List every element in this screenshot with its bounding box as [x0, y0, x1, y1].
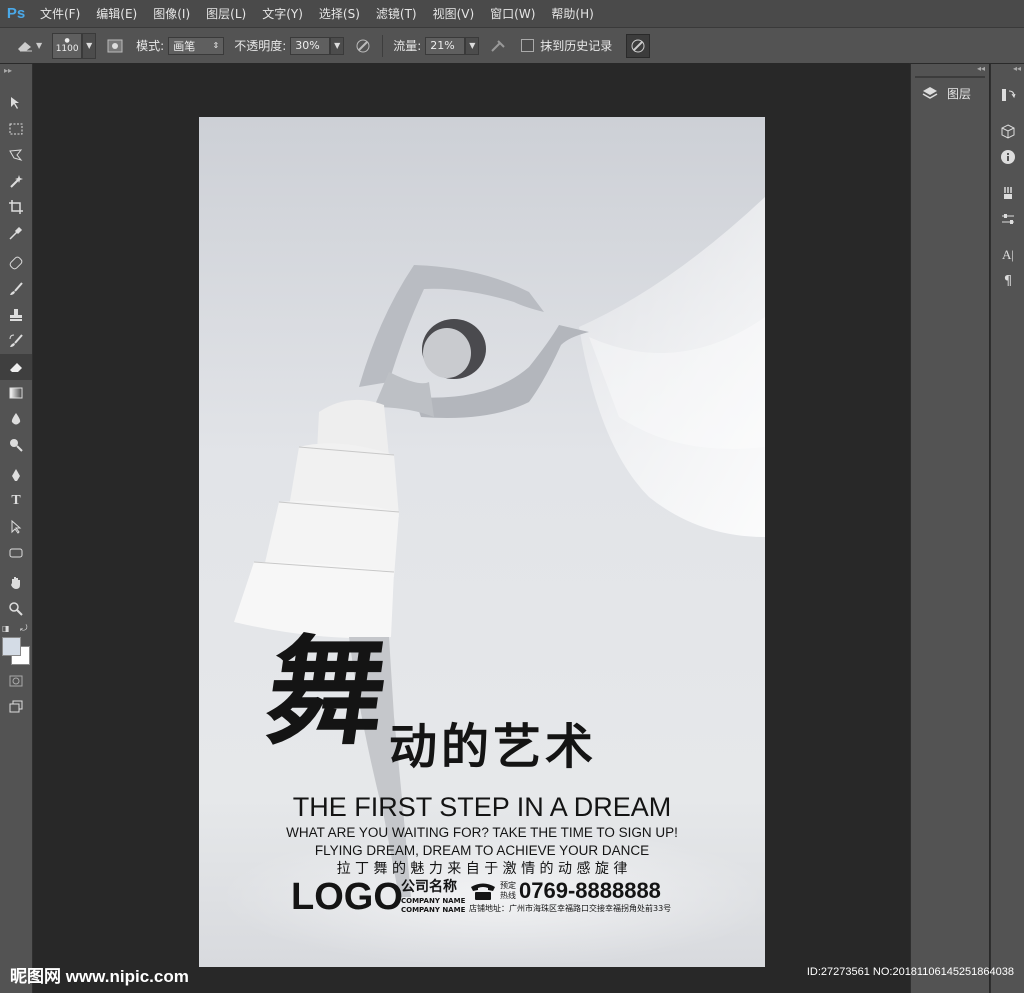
- toolbar-collapse-icon[interactable]: ▸▸: [0, 64, 32, 90]
- layers-panel-tab[interactable]: 图层: [911, 78, 989, 108]
- eyedropper-tool-icon[interactable]: [0, 220, 32, 246]
- chinese-tagline: 拉 丁 舞 的 魅 力 来 自 于 激 情 的 动 感 旋 律: [336, 861, 628, 877]
- layers-panel: ◂◂ 图层: [910, 64, 989, 993]
- tagline-1: WHAT ARE YOU WAITING FOR? TAKE THE TIME …: [286, 825, 678, 840]
- eraser-tool-preset-icon[interactable]: [14, 35, 36, 57]
- dock-separator: [991, 170, 1024, 180]
- brush-size-preview[interactable]: ● 1100: [52, 32, 83, 59]
- mode-select-arrow-icon: ⇕: [212, 41, 220, 50]
- marquee-tool-icon[interactable]: [0, 116, 32, 142]
- pressure-opacity-icon[interactable]: [352, 35, 374, 57]
- foreground-color-swatch[interactable]: [2, 637, 21, 656]
- airbrush-icon[interactable]: [487, 35, 509, 57]
- dock-collapse-icon[interactable]: ◂◂: [991, 64, 1024, 76]
- menu-image[interactable]: 图像(I): [145, 5, 198, 22]
- clone-stamp-tool-icon[interactable]: [0, 302, 32, 328]
- hotline-label-2: 热线: [500, 891, 516, 900]
- site-watermark: 昵图网 www.nipic.com: [10, 967, 189, 986]
- image-id-watermark: ID:27273561 NO:20181106145251864038: [806, 966, 1014, 978]
- photoshop-logo: Ps: [6, 5, 26, 22]
- history-panel-icon[interactable]: [991, 82, 1024, 108]
- panel-dock: ◂◂ A| ¶: [990, 64, 1024, 993]
- dodge-tool-icon[interactable]: [0, 432, 32, 458]
- zoom-tool-icon[interactable]: [0, 596, 32, 622]
- history-brush-tool-icon[interactable]: [0, 328, 32, 354]
- menu-select[interactable]: 选择(S): [311, 5, 368, 22]
- preset-dropdown-arrow-icon[interactable]: ▼: [36, 41, 42, 50]
- dock-separator: [991, 232, 1024, 242]
- type-tool-icon[interactable]: T: [0, 488, 32, 514]
- menu-window[interactable]: 窗口(W): [482, 5, 543, 22]
- lasso-tool-icon[interactable]: [0, 142, 32, 168]
- title-big-character: 舞: [258, 622, 396, 761]
- pressure-size-icon[interactable]: [626, 33, 651, 58]
- flow-input[interactable]: 21%: [425, 36, 466, 55]
- erase-history-label: 抹到历史记录: [540, 39, 613, 53]
- color-swatches[interactable]: ◨ ⤾: [0, 622, 32, 668]
- hotline-label-1: 预定: [500, 881, 516, 890]
- character-panel-icon[interactable]: A|: [991, 242, 1024, 268]
- separator: [382, 34, 384, 57]
- 3d-panel-icon[interactable]: [991, 118, 1024, 144]
- menu-file[interactable]: 文件(F): [32, 5, 88, 22]
- company-name-en-1: COMPANY NAME: [401, 897, 466, 905]
- opacity-label: 不透明度:: [234, 39, 287, 53]
- flow-slider-arrow-icon[interactable]: ▼: [465, 36, 480, 55]
- layers-icon: [922, 87, 938, 99]
- store-address: 店铺地址：广州市海珠区幸福路口交接幸福拐角处前33号: [469, 904, 672, 913]
- options-bar: ▼ ● 1100 ▼ 模式: 画笔 ⇕ 不透明度: 30% ▼ 流量: 21% …: [0, 27, 1024, 64]
- brush-panel-toggle-icon[interactable]: [104, 35, 126, 57]
- menu-help[interactable]: 帮助(H): [543, 5, 601, 22]
- company-name-cn: 公司名称: [401, 879, 457, 895]
- move-tool-icon[interactable]: [0, 90, 32, 116]
- magic-wand-tool-icon[interactable]: [0, 168, 32, 194]
- brush-size-value: 1100: [55, 43, 79, 54]
- healing-brush-tool-icon[interactable]: [0, 250, 32, 276]
- headline: THE FIRST STEP IN A DREAM: [292, 792, 672, 822]
- path-selection-tool-icon[interactable]: [0, 514, 32, 540]
- brush-presets-panel-icon[interactable]: [991, 180, 1024, 206]
- pen-tool-icon[interactable]: [0, 462, 32, 488]
- blur-tool-icon[interactable]: [0, 406, 32, 432]
- menu-type[interactable]: 文字(Y): [254, 5, 311, 22]
- poster-canvas[interactable]: 舞 动的艺术 THE FIRST STEP IN A DREAM WHAT AR…: [199, 117, 765, 967]
- menu-view[interactable]: 视图(V): [425, 5, 483, 22]
- menu-bar: Ps 文件(F) 编辑(E) 图像(I) 图层(L) 文字(Y) 选择(S) 滤…: [0, 0, 1024, 27]
- default-colors-icon[interactable]: ◨: [2, 624, 10, 633]
- eraser-tool-icon[interactable]: [0, 354, 32, 380]
- mode-label: 模式:: [136, 39, 165, 53]
- brush-picker-arrow-icon[interactable]: ▼: [82, 32, 97, 59]
- dock-separator: [991, 108, 1024, 118]
- tagline-2: FLYING DREAM, DREAM TO ACHIEVE YOUR DANC…: [314, 843, 650, 858]
- menu-layer[interactable]: 图层(L): [198, 5, 254, 22]
- menu-edit[interactable]: 编辑(E): [88, 5, 145, 22]
- opacity-slider-arrow-icon[interactable]: ▼: [330, 36, 345, 55]
- paragraph-panel-icon[interactable]: ¶: [991, 268, 1024, 294]
- shape-tool-icon[interactable]: [0, 540, 32, 566]
- hotline-number: 0769-8888888: [519, 878, 661, 903]
- crop-tool-icon[interactable]: [0, 194, 32, 220]
- telephone-icon: [469, 881, 497, 901]
- erase-history-checkbox[interactable]: [521, 39, 535, 52]
- mode-select-value: 画笔: [173, 39, 196, 53]
- panel-collapse-icon[interactable]: ◂◂: [911, 64, 989, 76]
- title-rest: 动的艺术: [389, 719, 598, 775]
- brush-tool-icon[interactable]: [0, 276, 32, 302]
- tools-panel: ▸▸ T ◨ ⤾: [0, 64, 33, 993]
- screen-mode-icon[interactable]: [0, 694, 32, 720]
- info-panel-icon[interactable]: [991, 144, 1024, 170]
- swap-colors-icon[interactable]: ⤾: [20, 624, 28, 634]
- gradient-tool-icon[interactable]: [0, 380, 32, 406]
- quick-mask-icon[interactable]: [0, 668, 32, 694]
- flow-label: 流量:: [393, 39, 422, 53]
- adjustments-panel-icon[interactable]: [991, 206, 1024, 232]
- logo-text: LOGO: [291, 876, 403, 918]
- menu-filter[interactable]: 滤镜(T): [368, 5, 425, 22]
- hand-tool-icon[interactable]: [0, 570, 32, 596]
- opacity-input[interactable]: 30%: [290, 36, 331, 55]
- layers-panel-label: 图层: [947, 86, 972, 101]
- mode-select[interactable]: 画笔 ⇕: [168, 36, 225, 55]
- company-name-en-2: COMPANY NAME: [401, 906, 466, 914]
